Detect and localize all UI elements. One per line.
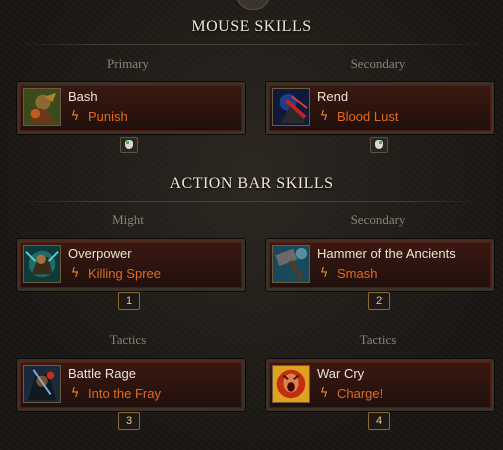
rune-name: Punish (88, 109, 128, 124)
section-divider (16, 44, 487, 45)
hotkey-badge: 4 (368, 412, 390, 430)
secondary-label: Secondary (350, 56, 406, 71)
rune-name: Smash (337, 266, 378, 281)
skill-name: Overpower (68, 246, 132, 261)
top-ornament (236, 0, 270, 10)
action-slot-4[interactable]: War Cry ϟ Charge! (266, 359, 494, 411)
might-label: Might (112, 212, 144, 227)
skill-name: Bash (68, 89, 98, 104)
overpower-skill-icon (23, 245, 61, 283)
hotkey-badge: 3 (118, 412, 140, 430)
rend-skill-icon (272, 88, 310, 126)
war-cry-skill-icon (272, 365, 310, 403)
action-bar-skills-title: ACTION BAR SKILLS (169, 175, 334, 192)
rune-lightning-icon: ϟ (70, 386, 80, 401)
section-divider (16, 201, 487, 202)
secondary-label: Secondary (350, 212, 406, 227)
battle-rage-skill-icon (23, 365, 61, 403)
action-slot-3[interactable]: Battle Rage ϟ Into the Fray (17, 359, 245, 411)
rune-name: Killing Spree (88, 266, 161, 281)
primary-label: Primary (107, 56, 149, 71)
rune-name: Charge! (337, 386, 384, 401)
skill-name: Hammer of the Ancients (317, 246, 456, 261)
secondary-skill-slot[interactable]: Rend ϟ Blood Lust (266, 82, 494, 134)
rune-lightning-icon: ϟ (319, 109, 329, 124)
hammer-skill-icon (272, 245, 310, 283)
rune-lightning-icon: ϟ (70, 266, 80, 281)
rune-lightning-icon: ϟ (319, 386, 329, 401)
hotkey-badge: 1 (118, 292, 140, 310)
rune-name: Blood Lust (337, 109, 399, 124)
action-slot-2[interactable]: Hammer of the Ancients ϟ Smash (266, 239, 494, 291)
primary-skill-slot[interactable]: Bash ϟ Punish (17, 82, 245, 134)
tactics-label: Tactics (109, 332, 147, 347)
rune-name: Into the Fray (88, 386, 161, 401)
action-slot-1[interactable]: Overpower ϟ Killing Spree (17, 239, 245, 291)
tactics-label: Tactics (359, 332, 397, 347)
rune-lightning-icon: ϟ (319, 266, 329, 281)
mouse-skills-title: MOUSE SKILLS (191, 18, 312, 35)
skill-name: Battle Rage (68, 366, 136, 381)
bash-skill-icon (23, 88, 61, 126)
rune-lightning-icon: ϟ (70, 109, 80, 124)
skill-name: Rend (317, 89, 349, 104)
skill-name: War Cry (317, 366, 365, 381)
right-mouse-icon (370, 137, 388, 153)
left-mouse-icon (120, 137, 138, 153)
hotkey-badge: 2 (368, 292, 390, 310)
